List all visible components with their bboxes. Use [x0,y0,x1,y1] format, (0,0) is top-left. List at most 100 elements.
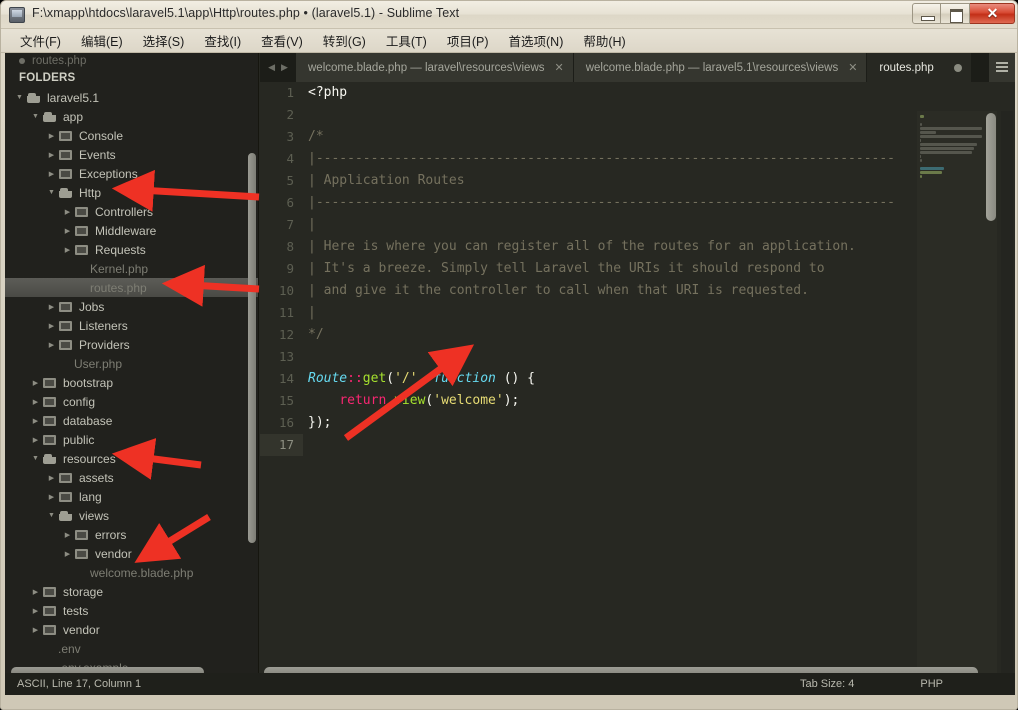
tree-item-assets[interactable]: ▶ assets [5,468,258,487]
tree-item-providers[interactable]: ▶ Providers [5,335,258,354]
tree-item-user-php[interactable]: User.php [5,354,258,373]
chevron-right-icon[interactable]: ▶ [29,626,42,634]
tree-item-views[interactable]: ▼ views [5,506,258,525]
tree-item-errors[interactable]: ▶ errors [5,525,258,544]
tree-item-exceptions[interactable]: ▶ Exceptions [5,164,258,183]
chevron-right-icon[interactable]: ▶ [61,208,74,216]
minimap-scroll-thumb[interactable] [986,113,996,221]
code-line: */ [308,324,968,346]
tree-item-config[interactable]: ▶ config [5,392,258,411]
menu-item-5[interactable]: 转到(G) [314,28,375,53]
tree-item-label: vendor [95,546,132,561]
chevron-right-icon[interactable]: ▶ [29,588,42,596]
tree-item-middleware[interactable]: ▶ Middleware [5,221,258,240]
editor-vertical-scrollbar[interactable] [1001,111,1013,681]
menu-item-9[interactable]: 帮助(H) [574,28,634,53]
chevron-left-icon[interactable]: ◀ [268,62,275,73]
chevron-down-icon[interactable]: ▼ [29,113,42,120]
sidebar-vertical-scrollbar[interactable] [248,153,256,543]
menu-item-2[interactable]: 选择(S) [134,28,194,53]
tab-dirty-dot-icon[interactable] [953,63,962,72]
minimize-button[interactable] [912,3,941,24]
tree-item-label: Providers [79,337,130,352]
tab-2[interactable]: routes.php [867,53,972,82]
tree-item-kernel-php[interactable]: Kernel.php [5,259,258,278]
tab-close-icon[interactable]: ✕ [848,61,857,74]
chevron-right-icon[interactable]: ▶ [281,62,288,73]
close-button[interactable]: ✕ [970,3,1015,24]
menu-item-8[interactable]: 首选项(N) [500,28,573,53]
chevron-right-icon[interactable]: ▶ [61,227,74,235]
maximize-button[interactable] [941,3,970,24]
chevron-down-icon[interactable]: ▼ [45,189,58,196]
chevron-right-icon[interactable]: ▶ [29,607,42,615]
tree-item-app[interactable]: ▼ app [5,107,258,126]
minimap[interactable] [917,111,997,681]
tree-item-vendor[interactable]: ▶ vendor [5,544,258,563]
chevron-right-icon[interactable]: ▶ [29,398,42,406]
tree-item-http[interactable]: ▼ Http [5,183,258,202]
tree-item-routes-php[interactable]: routes.php [5,278,258,297]
tree-item-database[interactable]: ▶ database [5,411,258,430]
chevron-right-icon[interactable]: ▶ [61,550,74,558]
status-tab-size[interactable]: Tab Size: 4 [800,678,854,690]
chevron-right-icon[interactable]: ▶ [29,436,42,444]
tree-item-controllers[interactable]: ▶ Controllers [5,202,258,221]
tab-0[interactable]: welcome.blade.php — laravel\resources\vi… [296,53,574,82]
sidebar-open-file[interactable]: routes.php [5,53,258,69]
chevron-down-icon[interactable]: ▼ [13,94,26,101]
chevron-right-icon[interactable]: ▶ [45,474,58,482]
folder-closed-icon [58,149,73,161]
chevron-right-icon[interactable]: ▶ [45,303,58,311]
editor-pane: ◀ ▶ welcome.blade.php — laravel\resource… [260,53,1015,681]
chevron-right-icon[interactable]: ▶ [45,170,58,178]
tree-item-welcome-blade-php[interactable]: welcome.blade.php [5,563,258,582]
chevron-right-icon[interactable]: ▶ [45,322,58,330]
tree-item-label: assets [79,470,114,485]
tab-1[interactable]: welcome.blade.php — laravel5.1\resources… [573,53,868,82]
tab-menu-button[interactable] [989,53,1015,82]
menu-item-7[interactable]: 项目(P) [438,28,498,53]
chevron-right-icon[interactable]: ▶ [29,417,42,425]
tree-item-tests[interactable]: ▶ tests [5,601,258,620]
code-area[interactable]: 1 2 3 4 5 6 7 8 9 10 11 12 13 14 15 16 17 <?php /* |-----… [260,82,1015,681]
tree-item--env[interactable]: .env [5,639,258,658]
tree-item-storage[interactable]: ▶ storage [5,582,258,601]
tree-item-laravel5-1[interactable]: ▼ laravel5.1 [5,88,258,107]
chevron-right-icon[interactable]: ▶ [45,132,58,140]
chevron-right-icon[interactable]: ▶ [45,151,58,159]
chevron-right-icon[interactable]: ▶ [29,379,42,387]
menu-item-3[interactable]: 查找(I) [195,28,250,53]
menu-item-1[interactable]: 编辑(E) [72,28,132,53]
code-content[interactable]: <?php /* |-------------------------------… [308,82,968,681]
tree-item-console[interactable]: ▶ Console [5,126,258,145]
tree-item-label: tests [63,603,89,618]
tree-item-vendor[interactable]: ▶ vendor [5,620,258,639]
tree-item-events[interactable]: ▶ Events [5,145,258,164]
code-token: <?php [308,85,348,100]
chevron-down-icon[interactable]: ▼ [45,512,58,519]
chevron-right-icon[interactable]: ▶ [61,531,74,539]
tree-item-resources[interactable]: ▼ resources [5,449,258,468]
tree-item-label: vendor [63,622,100,637]
tree-item-public[interactable]: ▶ public [5,430,258,449]
tree-item-requests[interactable]: ▶ Requests [5,240,258,259]
tree-item-listeners[interactable]: ▶ Listeners [5,316,258,335]
chevron-right-icon[interactable]: ▶ [45,341,58,349]
tree-item-bootstrap[interactable]: ▶ bootstrap [5,373,258,392]
folder-closed-icon [42,624,57,636]
menu-item-0[interactable]: 文件(F) [11,28,70,53]
chevron-down-icon[interactable]: ▼ [29,455,42,462]
tree-item-jobs[interactable]: ▶ Jobs [5,297,258,316]
status-syntax[interactable]: PHP [920,678,943,690]
window-title: F:\xmapp\htdocs\laravel5.1\app\Http\rout… [32,6,460,20]
chevron-right-icon[interactable]: ▶ [61,246,74,254]
menu-item-4[interactable]: 查看(V) [252,28,312,53]
line-number: 2 [286,107,294,122]
chevron-right-icon[interactable]: ▶ [45,493,58,501]
code-line: |---------------------------------------… [308,192,968,214]
tree-item-lang[interactable]: ▶ lang [5,487,258,506]
tab-nav-arrows[interactable]: ◀ ▶ [260,53,296,82]
menu-item-6[interactable]: 工具(T) [377,28,436,53]
tab-close-icon[interactable]: ✕ [555,61,564,74]
